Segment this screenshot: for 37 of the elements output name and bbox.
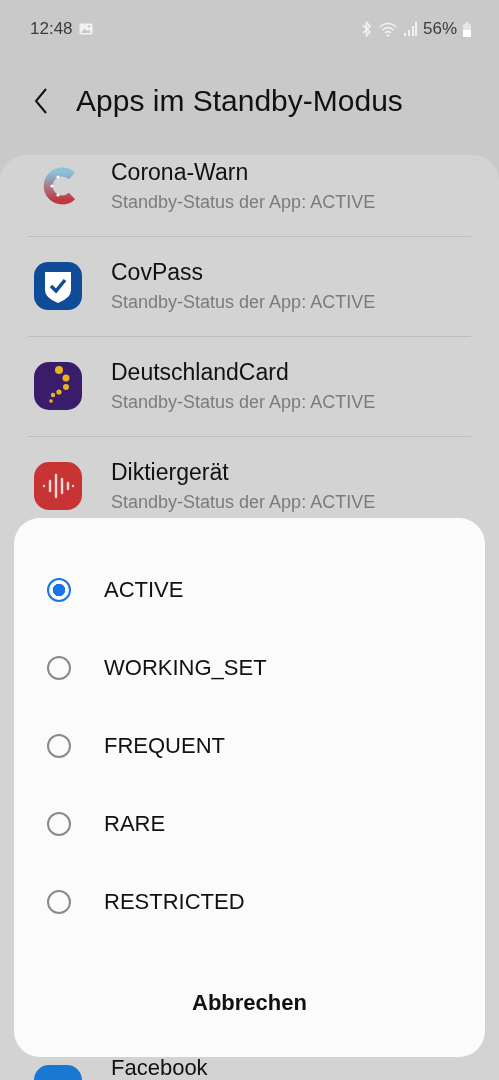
battery-icon: [463, 21, 471, 37]
radio-option[interactable]: RARE: [14, 785, 485, 863]
shield-icon: [34, 262, 82, 310]
image-icon: [78, 23, 93, 35]
radio-button[interactable]: [47, 656, 71, 680]
app-name: DeutschlandCard: [111, 359, 290, 385]
sound-wave-icon: [34, 462, 82, 510]
radio-option[interactable]: RESTRICTED: [14, 863, 485, 941]
app-list-item[interactable]: Corona-Warn Standby-Status der App: ACTIVE: [0, 155, 499, 236]
app-name: CovPass: [111, 259, 205, 285]
radio-button[interactable]: [47, 890, 71, 914]
app-name: Corona-Warn: [111, 159, 250, 185]
battery-percent: 56%: [422, 19, 457, 39]
radio-button[interactable]: [47, 578, 71, 602]
wifi-icon: [378, 21, 397, 37]
app-status: Standby-Status der App: ACTIVE: [111, 191, 376, 213]
radio-option[interactable]: ACTIVE: [14, 551, 485, 629]
app-list-item[interactable]: Facebook: [0, 1056, 499, 1080]
cancel-button[interactable]: Abbrechen: [172, 973, 327, 1033]
back-icon: [34, 87, 48, 114]
bluetooth-icon: [360, 21, 373, 37]
app-status: Standby-Status der App: ACTIVE: [111, 291, 376, 313]
app-status: Standby-Status der App: ACTIVE: [111, 491, 376, 513]
radio-option[interactable]: WORKING_SET: [14, 629, 485, 707]
app-list-item[interactable]: Diktiergerät Standby-Status der App: ACTIVE: [0, 436, 499, 536]
app-status: Standby-Status der App: ACTIVE: [111, 391, 376, 413]
signal-icon: [402, 22, 417, 36]
radio-button[interactable]: [47, 734, 71, 758]
radio-button[interactable]: [47, 812, 71, 836]
app-name: Diktiergerät: [111, 459, 230, 485]
page-title: Apps im Standby-Modus: [76, 83, 403, 118]
radio-option[interactable]: FREQUENT: [14, 707, 485, 785]
app-list-item[interactable]: DeutschlandCard Standby-Status der App: ACTIVE: [0, 336, 499, 436]
dots-icon: [34, 362, 82, 410]
app-list-item[interactable]: CovPass Standby-Status der App: ACTIVE: [0, 236, 499, 336]
app-name: Facebook: [111, 1056, 208, 1080]
clock: 12:48: [30, 19, 73, 39]
